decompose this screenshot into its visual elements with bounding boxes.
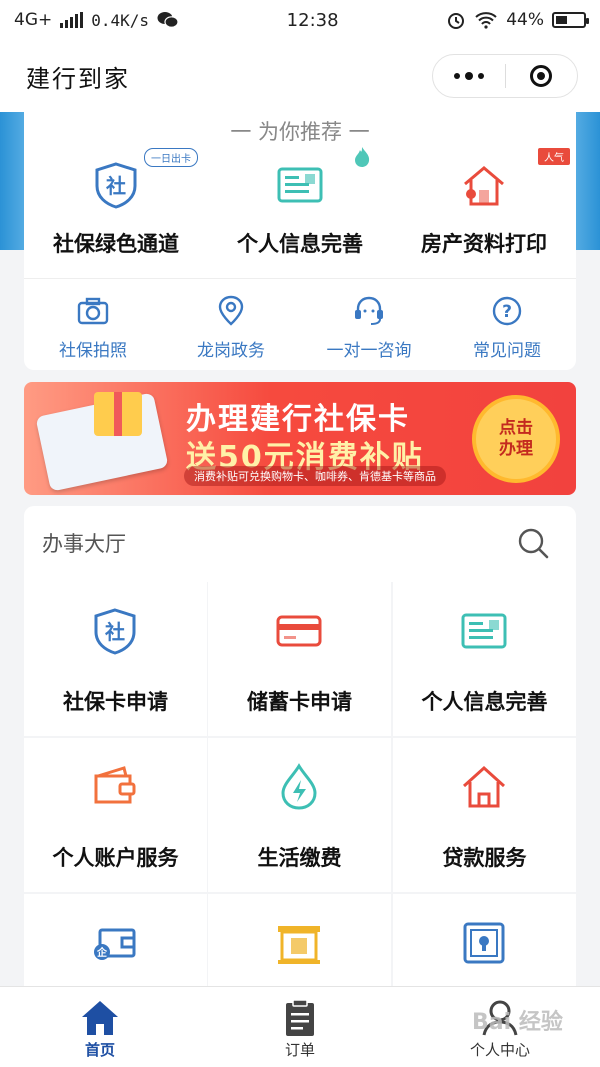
- gate-icon: [278, 926, 320, 964]
- recommend-card: 一 为你推荐 一 社 一日出卡 社保绿色通道 个人信息完善 人气 房产资料打印 …: [24, 112, 576, 370]
- flame-icon: [355, 147, 370, 167]
- promo-cta-label: 点击办理: [499, 418, 533, 459]
- hall-tile-enterprise-wallet[interactable]: 企: [24, 894, 207, 986]
- house-icon: [462, 765, 506, 808]
- quick-item-longgang-gov[interactable]: 龙岗政务: [162, 290, 300, 362]
- service-hall: 办事大厅 社 社保卡申请 储蓄卡申请 个人信息完善 个人账户服务 生活缴费 贷款…: [24, 506, 576, 986]
- promo-banner[interactable]: 办理建行社保卡 送50元消费补贴 消费补贴可兑换购物卡、咖啡券、肯德基卡等商品 …: [24, 382, 576, 495]
- recommend-item-label: 社保绿色通道: [53, 232, 179, 256]
- enterprise-wallet-icon: 企: [94, 928, 136, 960]
- social-security-shield-icon: 社: [95, 162, 137, 209]
- nav-bar: 建行到家: [0, 40, 600, 112]
- battery-percent: 44%: [506, 10, 544, 30]
- close-button[interactable]: [506, 65, 578, 87]
- water-drop-bolt-icon: [281, 763, 317, 810]
- headset-icon: [355, 296, 383, 325]
- quick-item-label: 社保拍照: [59, 341, 127, 361]
- hall-grid: 社 社保卡申请 储蓄卡申请 个人信息完善 个人账户服务 生活缴费 贷款服务 企: [24, 582, 576, 986]
- tab-label: 订单: [284, 1041, 315, 1059]
- hall-tile-loan-service[interactable]: 贷款服务: [393, 738, 576, 892]
- more-menu-button[interactable]: [433, 72, 505, 80]
- status-bar: 4G+ 0.4K/s 12:38 44%: [0, 0, 600, 40]
- promo-cta-button[interactable]: 点击办理: [472, 395, 560, 483]
- svg-text:社: 社: [105, 174, 126, 198]
- recommend-item-label: 房产资料打印: [421, 232, 547, 256]
- recommend-title: 一 为你推荐 一: [230, 120, 370, 144]
- recommend-item-label: 个人信息完善: [237, 232, 363, 256]
- mini-program-capsule: [432, 54, 578, 98]
- safe-lock-icon: [463, 922, 505, 964]
- id-card-icon: [277, 167, 323, 203]
- search-icon[interactable]: [516, 526, 550, 560]
- hall-header: 办事大厅: [24, 506, 576, 582]
- wechat-icon: [157, 12, 179, 28]
- recommend-divider: [24, 278, 576, 279]
- question-icon: ?: [492, 296, 522, 326]
- id-card-icon: [461, 613, 507, 649]
- hall-tile-label: 个人信息完善: [421, 690, 548, 714]
- house-print-icon: [464, 166, 504, 206]
- tab-orders[interactable]: 订单: [200, 987, 400, 1067]
- close-icon: [530, 65, 553, 87]
- hall-tile-label: 储蓄卡申请: [247, 690, 352, 714]
- quick-item-label: 龙岗政务: [197, 341, 265, 361]
- network-type: 4G+: [14, 10, 53, 30]
- svg-text:?: ?: [502, 302, 512, 322]
- quick-item-label: 一对一咨询: [326, 341, 412, 361]
- clock: 12:38: [286, 9, 339, 31]
- svg-text:企: 企: [96, 946, 108, 959]
- network-speed: 0.4K/s: [91, 10, 150, 30]
- hall-tile-label: 社保卡申请: [63, 690, 168, 714]
- tab-label: 个人中心: [469, 1041, 530, 1059]
- hall-tile-label: 贷款服务: [442, 846, 527, 870]
- social-security-shield-icon: 社: [94, 608, 136, 655]
- gift-box-illustration: [94, 392, 142, 436]
- quick-item-social-photo[interactable]: 社保拍照: [24, 290, 162, 362]
- recommend-item-personal-info[interactable]: 个人信息完善: [208, 147, 392, 282]
- recommend-item-social-security-green-channel[interactable]: 社 一日出卡 社保绿色通道: [24, 148, 208, 282]
- recommend-tag: 一日出卡: [144, 148, 198, 167]
- hall-tile-safe[interactable]: [393, 894, 576, 986]
- order-clipboard-icon: [286, 999, 314, 1036]
- wallet-icon: [94, 766, 136, 804]
- quick-item-faq[interactable]: ? 常见问题: [438, 290, 576, 362]
- location-pin-icon: [218, 295, 244, 326]
- recommend-tag: 人气: [538, 148, 570, 165]
- hall-tile-gate[interactable]: [208, 894, 391, 986]
- app-title: 建行到家: [26, 64, 130, 93]
- hall-tile-utility-payment[interactable]: 生活缴费: [208, 738, 391, 892]
- hall-tile-savings-card-apply[interactable]: 储蓄卡申请: [208, 582, 391, 736]
- bank-card-icon: [276, 615, 322, 647]
- watermark-text: Bai 经验: [472, 1010, 563, 1035]
- hall-tile-account-service[interactable]: 个人账户服务: [24, 738, 207, 892]
- quick-item-consult[interactable]: 一对一咨询: [300, 290, 438, 362]
- camera-icon: [77, 297, 109, 325]
- tab-label: 首页: [84, 1041, 115, 1059]
- signal-icon: [60, 12, 84, 28]
- battery-icon: [551, 12, 589, 28]
- tab-home[interactable]: 首页: [0, 987, 200, 1067]
- svg-text:社: 社: [104, 620, 125, 644]
- hall-tile-label: 生活缴费: [257, 846, 342, 870]
- hall-tile-social-card-apply[interactable]: 社 社保卡申请: [24, 582, 207, 736]
- wifi-icon: [475, 12, 497, 29]
- hall-tile-personal-info[interactable]: 个人信息完善: [393, 582, 576, 736]
- promo-note: 消费补贴可兑换购物卡、咖啡券、肯德基卡等商品: [184, 466, 446, 486]
- home-icon: [82, 1001, 118, 1035]
- quick-item-label: 常见问题: [473, 341, 541, 361]
- recommend-item-property-print[interactable]: 人气 房产资料打印: [392, 148, 576, 282]
- alarm-icon: [448, 13, 465, 29]
- hall-title: 办事大厅: [42, 532, 126, 556]
- hall-tile-label: 个人账户服务: [52, 846, 179, 870]
